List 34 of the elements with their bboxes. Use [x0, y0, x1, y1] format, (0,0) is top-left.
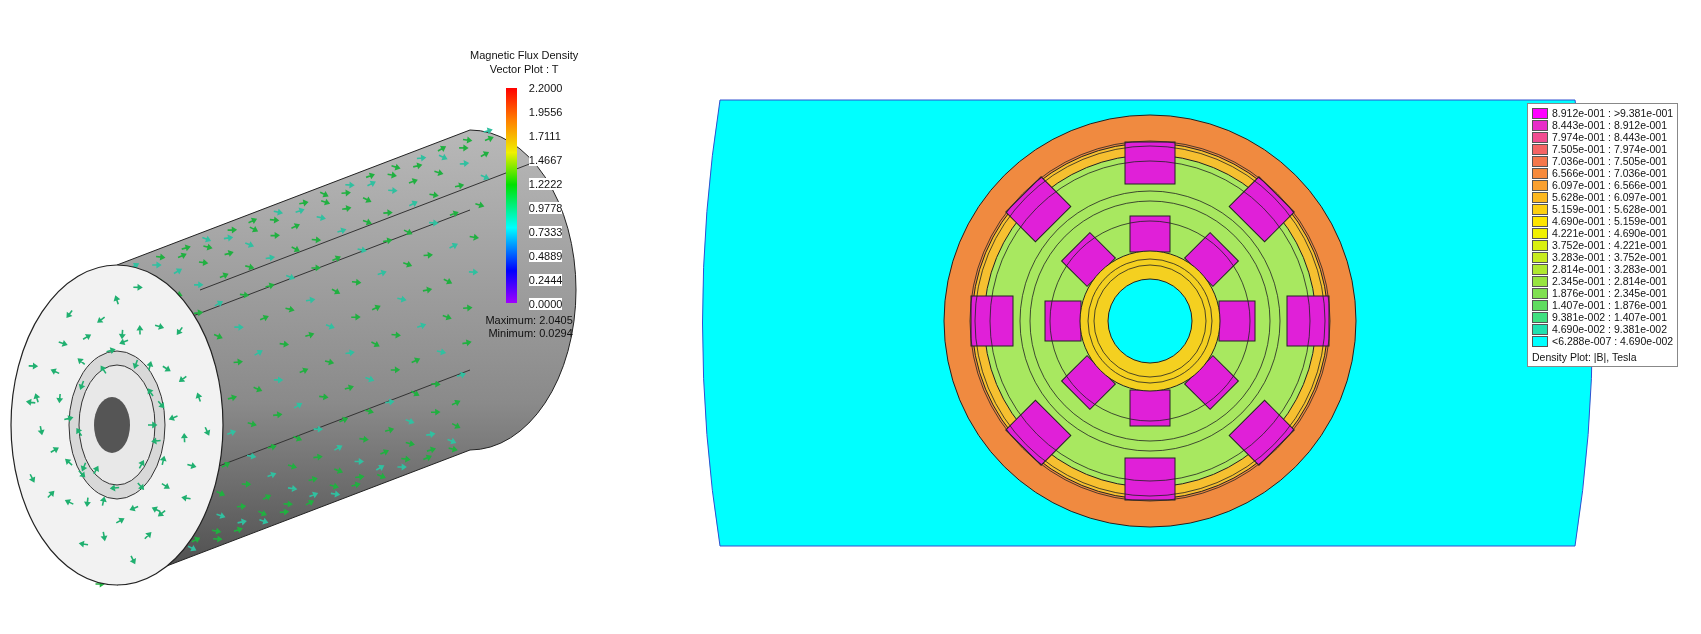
scale-label: 0.7333 — [528, 226, 563, 238]
minimum-value: Minimum: 0.0294 — [488, 327, 573, 340]
legend-label: 9.381e-002 : 1.407e-001 — [1552, 311, 1667, 323]
legend-caption: Density Plot: |B|, Tesla — [1532, 351, 1638, 363]
legend-label: 3.752e-001 : 4.221e-001 — [1552, 239, 1667, 251]
legend-label: 5.628e-001 : 6.097e-001 — [1552, 191, 1667, 203]
legend-title: Magnetic Flux Density Vector Plot : T — [470, 48, 579, 76]
legend-label: 2.814e-001 : 3.283e-001 — [1552, 263, 1667, 275]
scale-label: 0.4889 — [528, 250, 563, 262]
legend-label: 1.407e-001 : 1.876e-001 — [1552, 299, 1667, 311]
legend-label: 4.690e-001 : 5.159e-001 — [1552, 215, 1667, 227]
scale-label: 1.9556 — [528, 106, 563, 118]
legend-label: 7.036e-001 : 7.505e-001 — [1552, 155, 1667, 167]
scale-label: 0.9778 — [528, 202, 563, 214]
legend-label: 1.876e-001 : 2.345e-001 — [1552, 287, 1667, 299]
legend-label: 8.912e-001 : >9.381e-001 — [1552, 107, 1674, 119]
legend-label: 6.097e-001 : 6.566e-001 — [1552, 179, 1667, 191]
legend-label: 4.690e-002 : 9.381e-002 — [1552, 323, 1667, 335]
scale-label: 0.2444 — [528, 274, 563, 286]
legend-label: <6.288e-007 : 4.690e-002 — [1552, 335, 1674, 347]
maximum-value: Maximum: 2.0405 — [485, 314, 573, 327]
legend-label: 2.345e-001 : 2.814e-001 — [1552, 275, 1667, 287]
scale-label: 1.7111 — [528, 130, 563, 142]
scale-label: 0.0000 — [528, 298, 563, 310]
legend-label: 4.221e-001 : 4.690e-001 — [1552, 227, 1667, 239]
legend-label: 3.283e-001 : 3.752e-001 — [1552, 251, 1667, 263]
legend-label: 6.566e-001 : 7.036e-001 — [1552, 167, 1667, 179]
legend-label: 7.505e-001 : 7.974e-001 — [1552, 143, 1667, 155]
legend-label: 7.974e-001 : 8.443e-001 — [1552, 131, 1667, 143]
scale-label: 2.2000 — [528, 82, 563, 94]
legend-label: 5.159e-001 : 5.628e-001 — [1552, 203, 1667, 215]
scale-label: 1.4667 — [528, 154, 563, 166]
legend-label: 8.443e-001 : 8.912e-001 — [1552, 119, 1667, 131]
scale-label: 1.2222 — [528, 178, 563, 190]
